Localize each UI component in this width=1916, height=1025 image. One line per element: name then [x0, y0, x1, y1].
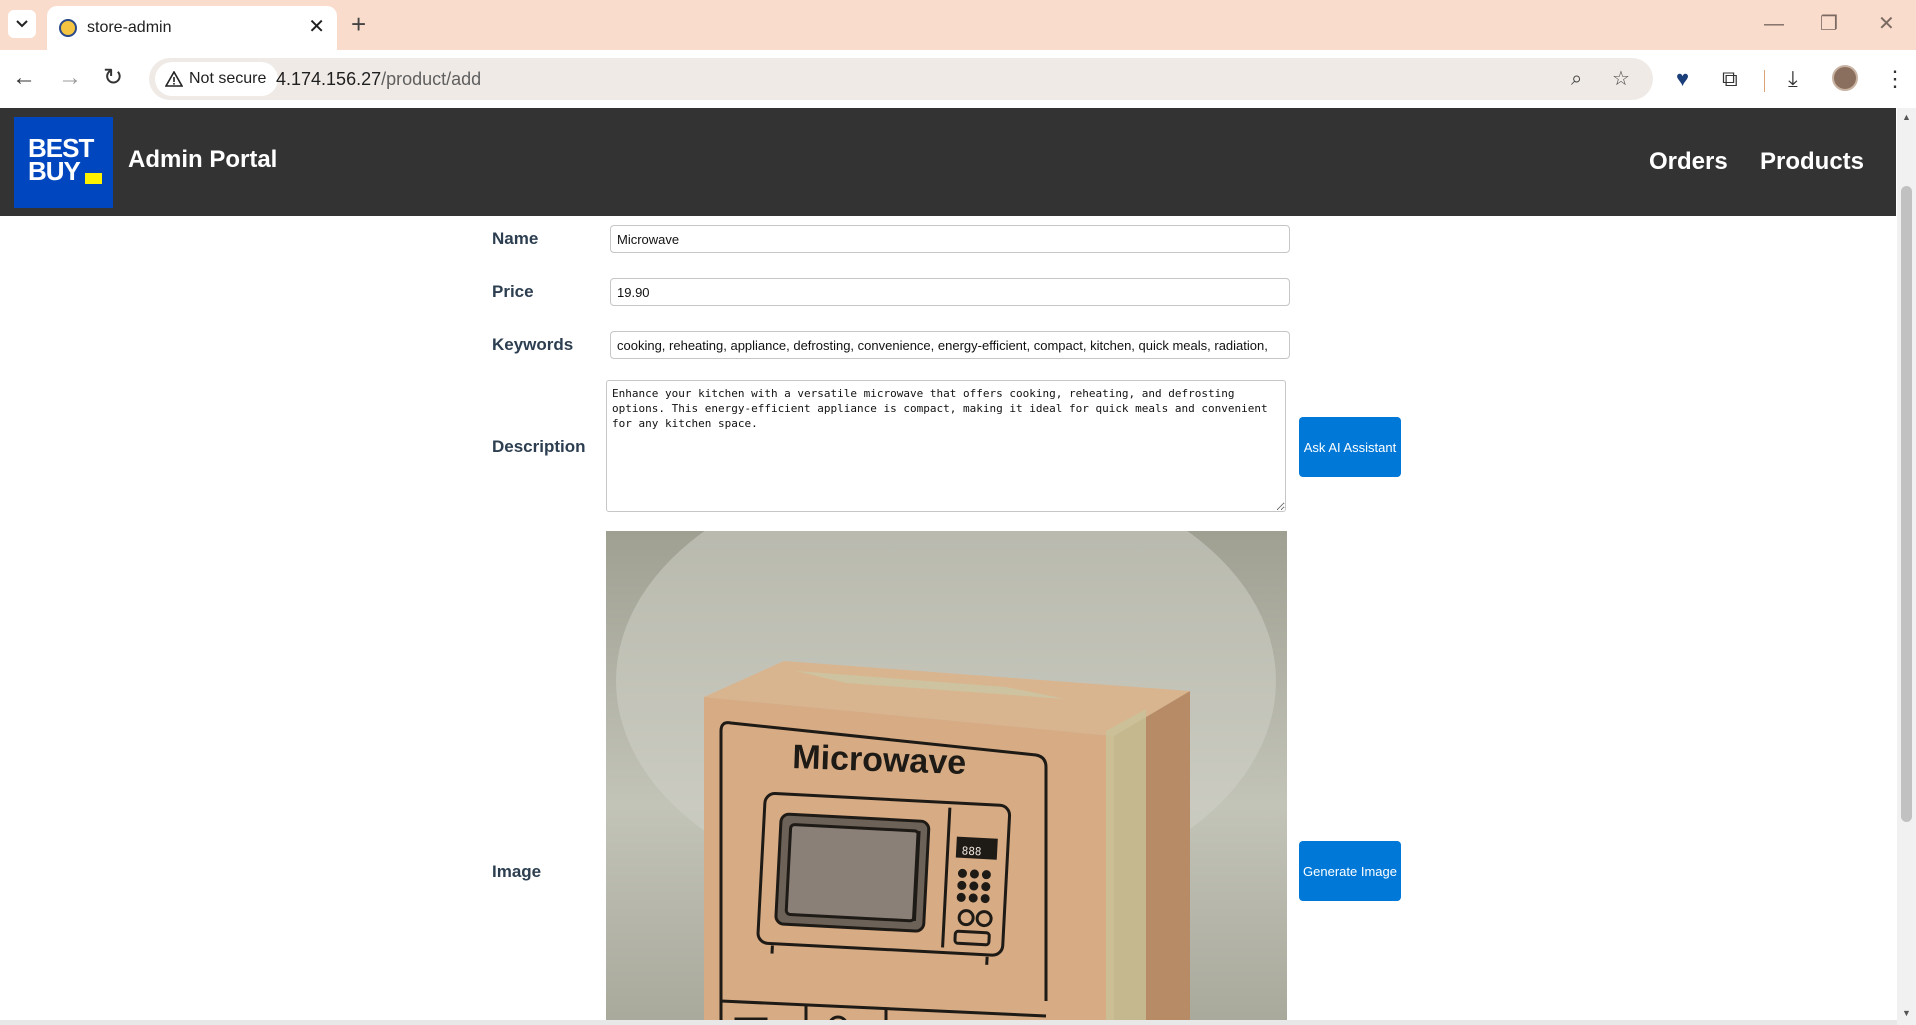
best-buy-logo[interactable]: BEST BUY: [14, 117, 113, 208]
price-label: Price: [492, 282, 534, 301]
security-label: Not secure: [189, 70, 267, 87]
name-input[interactable]: [610, 225, 1290, 253]
microwave-display-text: 888: [961, 844, 982, 858]
extension-heart-icon[interactable]: ♥: [1676, 67, 1689, 91]
forward-arrow-icon[interactable]: →: [58, 64, 82, 92]
keywords-label: Keywords: [492, 335, 574, 354]
vertical-scrollbar[interactable]: ▲ ▼: [1897, 108, 1916, 1025]
scroll-down-icon[interactable]: ▼: [1902, 1008, 1911, 1018]
description-label: Description: [492, 437, 586, 456]
favicon-icon: [59, 19, 77, 37]
toolbar-divider: [1764, 70, 1765, 92]
price-input[interactable]: [610, 278, 1290, 306]
new-tab-button[interactable]: +: [351, 10, 366, 38]
tab-title: store-admin: [87, 19, 172, 36]
page-viewport: BEST BUY Admin Portal Orders Products Na…: [0, 108, 1916, 1025]
name-label: Name: [492, 229, 539, 248]
keywords-input[interactable]: [610, 331, 1290, 359]
logo-line-2: BUY: [28, 156, 81, 186]
puzzle-icon[interactable]: ⧉: [1722, 67, 1738, 91]
browser-tab[interactable]: store-admin ✕: [47, 6, 337, 50]
page-title: Admin Portal: [128, 146, 278, 173]
scroll-up-icon[interactable]: ▲: [1902, 112, 1911, 122]
address-bar[interactable]: Not secure 4.174.156.27/product/add ⌕ ☆: [149, 58, 1653, 100]
url-path: /product/add: [381, 69, 482, 89]
tab-list-icon: [16, 20, 28, 28]
star-icon[interactable]: ☆: [1612, 68, 1630, 90]
logo-text: BEST BUY: [28, 135, 94, 186]
app-header: BEST BUY Admin Portal Orders Products: [0, 108, 1896, 216]
warning-icon: [165, 71, 183, 87]
minimize-icon[interactable]: —: [1764, 10, 1784, 38]
tab-list-button[interactable]: [8, 10, 36, 38]
generate-image-button[interactable]: Generate Image: [1299, 841, 1401, 901]
back-arrow-icon[interactable]: ←: [12, 64, 36, 92]
close-icon[interactable]: ✕: [308, 16, 325, 38]
product-image: Microwave 888: [606, 531, 1287, 1025]
download-icon[interactable]: ⤓: [1788, 67, 1798, 91]
tab-strip: store-admin ✕ + — ❐ ✕: [0, 0, 1916, 50]
nav-products[interactable]: Products: [1760, 148, 1864, 176]
image-label: Image: [492, 862, 542, 881]
description-textarea[interactable]: Enhance your kitchen with a versatile mi…: [606, 380, 1286, 512]
menu-dots-icon[interactable]: ⋮: [1884, 67, 1906, 91]
horizontal-scrollbar[interactable]: [0, 1020, 1897, 1025]
window-close-icon[interactable]: ✕: [1878, 10, 1895, 38]
box-label-text: Microwave: [792, 738, 967, 782]
nav-orders[interactable]: Orders: [1649, 148, 1728, 176]
ask-ai-assistant-button[interactable]: Ask AI Assistant: [1299, 417, 1401, 477]
security-chip[interactable]: Not secure: [155, 62, 279, 96]
reload-icon[interactable]: ↻: [103, 64, 123, 92]
url-text[interactable]: 4.174.156.27/product/add: [276, 69, 481, 90]
zoom-icon[interactable]: ⌕: [1571, 68, 1582, 90]
logo-tag-icon: [85, 173, 102, 184]
microwave-box-illustration: Microwave 888: [616, 531, 1276, 1025]
avatar[interactable]: [1832, 65, 1858, 91]
browser-toolbar: ← → ↻ Not secure 4.174.156.27/product/ad…: [0, 50, 1916, 108]
restore-icon[interactable]: ❐: [1820, 10, 1838, 38]
url-host: 4.174.156.27: [276, 69, 382, 89]
scroll-thumb[interactable]: [1901, 186, 1912, 822]
